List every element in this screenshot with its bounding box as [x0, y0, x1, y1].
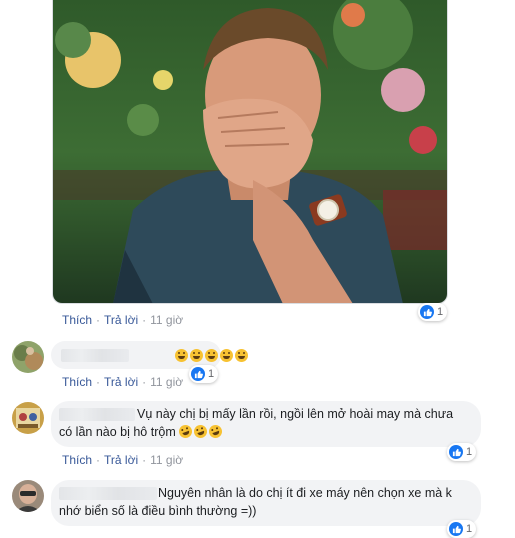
- reply-link[interactable]: Trả lời: [104, 453, 138, 467]
- comment-text: Nguyên nhân là do chị ít đi xe máy nên c…: [158, 485, 452, 502]
- comment-bubble: Vụ này chị bị mấy lần rồi, ngồi lên mở h…: [51, 401, 481, 447]
- post-gif-image[interactable]: [52, 0, 448, 304]
- like-reaction-icon: [191, 367, 205, 381]
- comment-time[interactable]: 11 giờ: [150, 375, 183, 389]
- reaction-number: 1: [466, 446, 473, 458]
- comment-action-bar: Thích · Trả lời · 11 giờ: [62, 453, 183, 467]
- like-link[interactable]: Thích: [62, 375, 92, 389]
- reaction-number: 1: [208, 368, 215, 380]
- redacted-username: [61, 349, 129, 362]
- post-reaction-count[interactable]: 1: [418, 303, 448, 321]
- comment-text-line: Vụ này chị bị mấy lần rồi, ngồi lên mở h…: [137, 407, 454, 421]
- post-reaction-number: 1: [437, 306, 444, 318]
- grinning-emoji-icon: [235, 349, 248, 362]
- comment-bubble: Nguyên nhân là do chị ít đi xe máy nên c…: [51, 480, 481, 526]
- separator-dot: ·: [142, 313, 147, 327]
- comment-text-line: có lần nào bị hô trộm: [59, 425, 176, 439]
- reply-link[interactable]: Trả lời: [104, 375, 138, 389]
- like-reaction-icon: [449, 445, 463, 459]
- comment-text-line: Nguyên nhân là do chị ít đi xe máy nên c…: [158, 486, 452, 500]
- rofl-emoji-icon: [192, 423, 210, 440]
- rofl-emoji-icon: [177, 423, 195, 440]
- avatar[interactable]: [12, 402, 44, 434]
- comment-text-line: nhớ biển số là điều bình thường =)): [59, 504, 257, 518]
- avatar[interactable]: [12, 341, 44, 373]
- like-link[interactable]: Thích: [62, 313, 92, 327]
- reaction-number: 1: [466, 523, 473, 535]
- redacted-username: [59, 408, 135, 421]
- avatar[interactable]: [12, 480, 44, 512]
- reply-link[interactable]: Trả lời: [104, 313, 138, 327]
- comment-time[interactable]: 11 giờ: [150, 313, 183, 327]
- comment-reaction-count[interactable]: 1: [447, 520, 477, 538]
- separator-dot: ·: [96, 453, 101, 467]
- comment-text: nhớ biển số là điều bình thường =)): [59, 503, 256, 520]
- comment-text: có lần nào bị hô trộm: [59, 423, 225, 441]
- laughing-man-illustration: [53, 0, 447, 303]
- grinning-emoji-icon: [205, 349, 218, 362]
- separator-dot: ·: [96, 313, 101, 327]
- grinning-emoji-icon: [190, 349, 203, 362]
- emoji-row: [175, 348, 250, 365]
- rofl-emoji-icon: [207, 423, 225, 440]
- comment-reaction-count[interactable]: 1: [189, 365, 219, 383]
- separator-dot: ·: [96, 375, 101, 389]
- comment-action-bar: Thích · Trả lời · 11 giờ: [62, 375, 183, 389]
- comment-text: Vụ này chị bị mấy lần rồi, ngồi lên mở h…: [137, 406, 453, 423]
- separator-dot: ·: [142, 453, 147, 467]
- grinning-emoji-icon: [220, 349, 233, 362]
- redacted-username: [59, 487, 157, 500]
- comment-reaction-count[interactable]: 1: [447, 443, 477, 461]
- comment-time[interactable]: 11 giờ: [150, 453, 183, 467]
- like-reaction-icon: [449, 522, 463, 536]
- grinning-emoji-icon: [175, 349, 188, 362]
- separator-dot: ·: [142, 375, 147, 389]
- post-action-bar: Thích · Trả lời · 11 giờ: [62, 313, 183, 327]
- like-reaction-icon: [420, 305, 434, 319]
- like-link[interactable]: Thích: [62, 453, 92, 467]
